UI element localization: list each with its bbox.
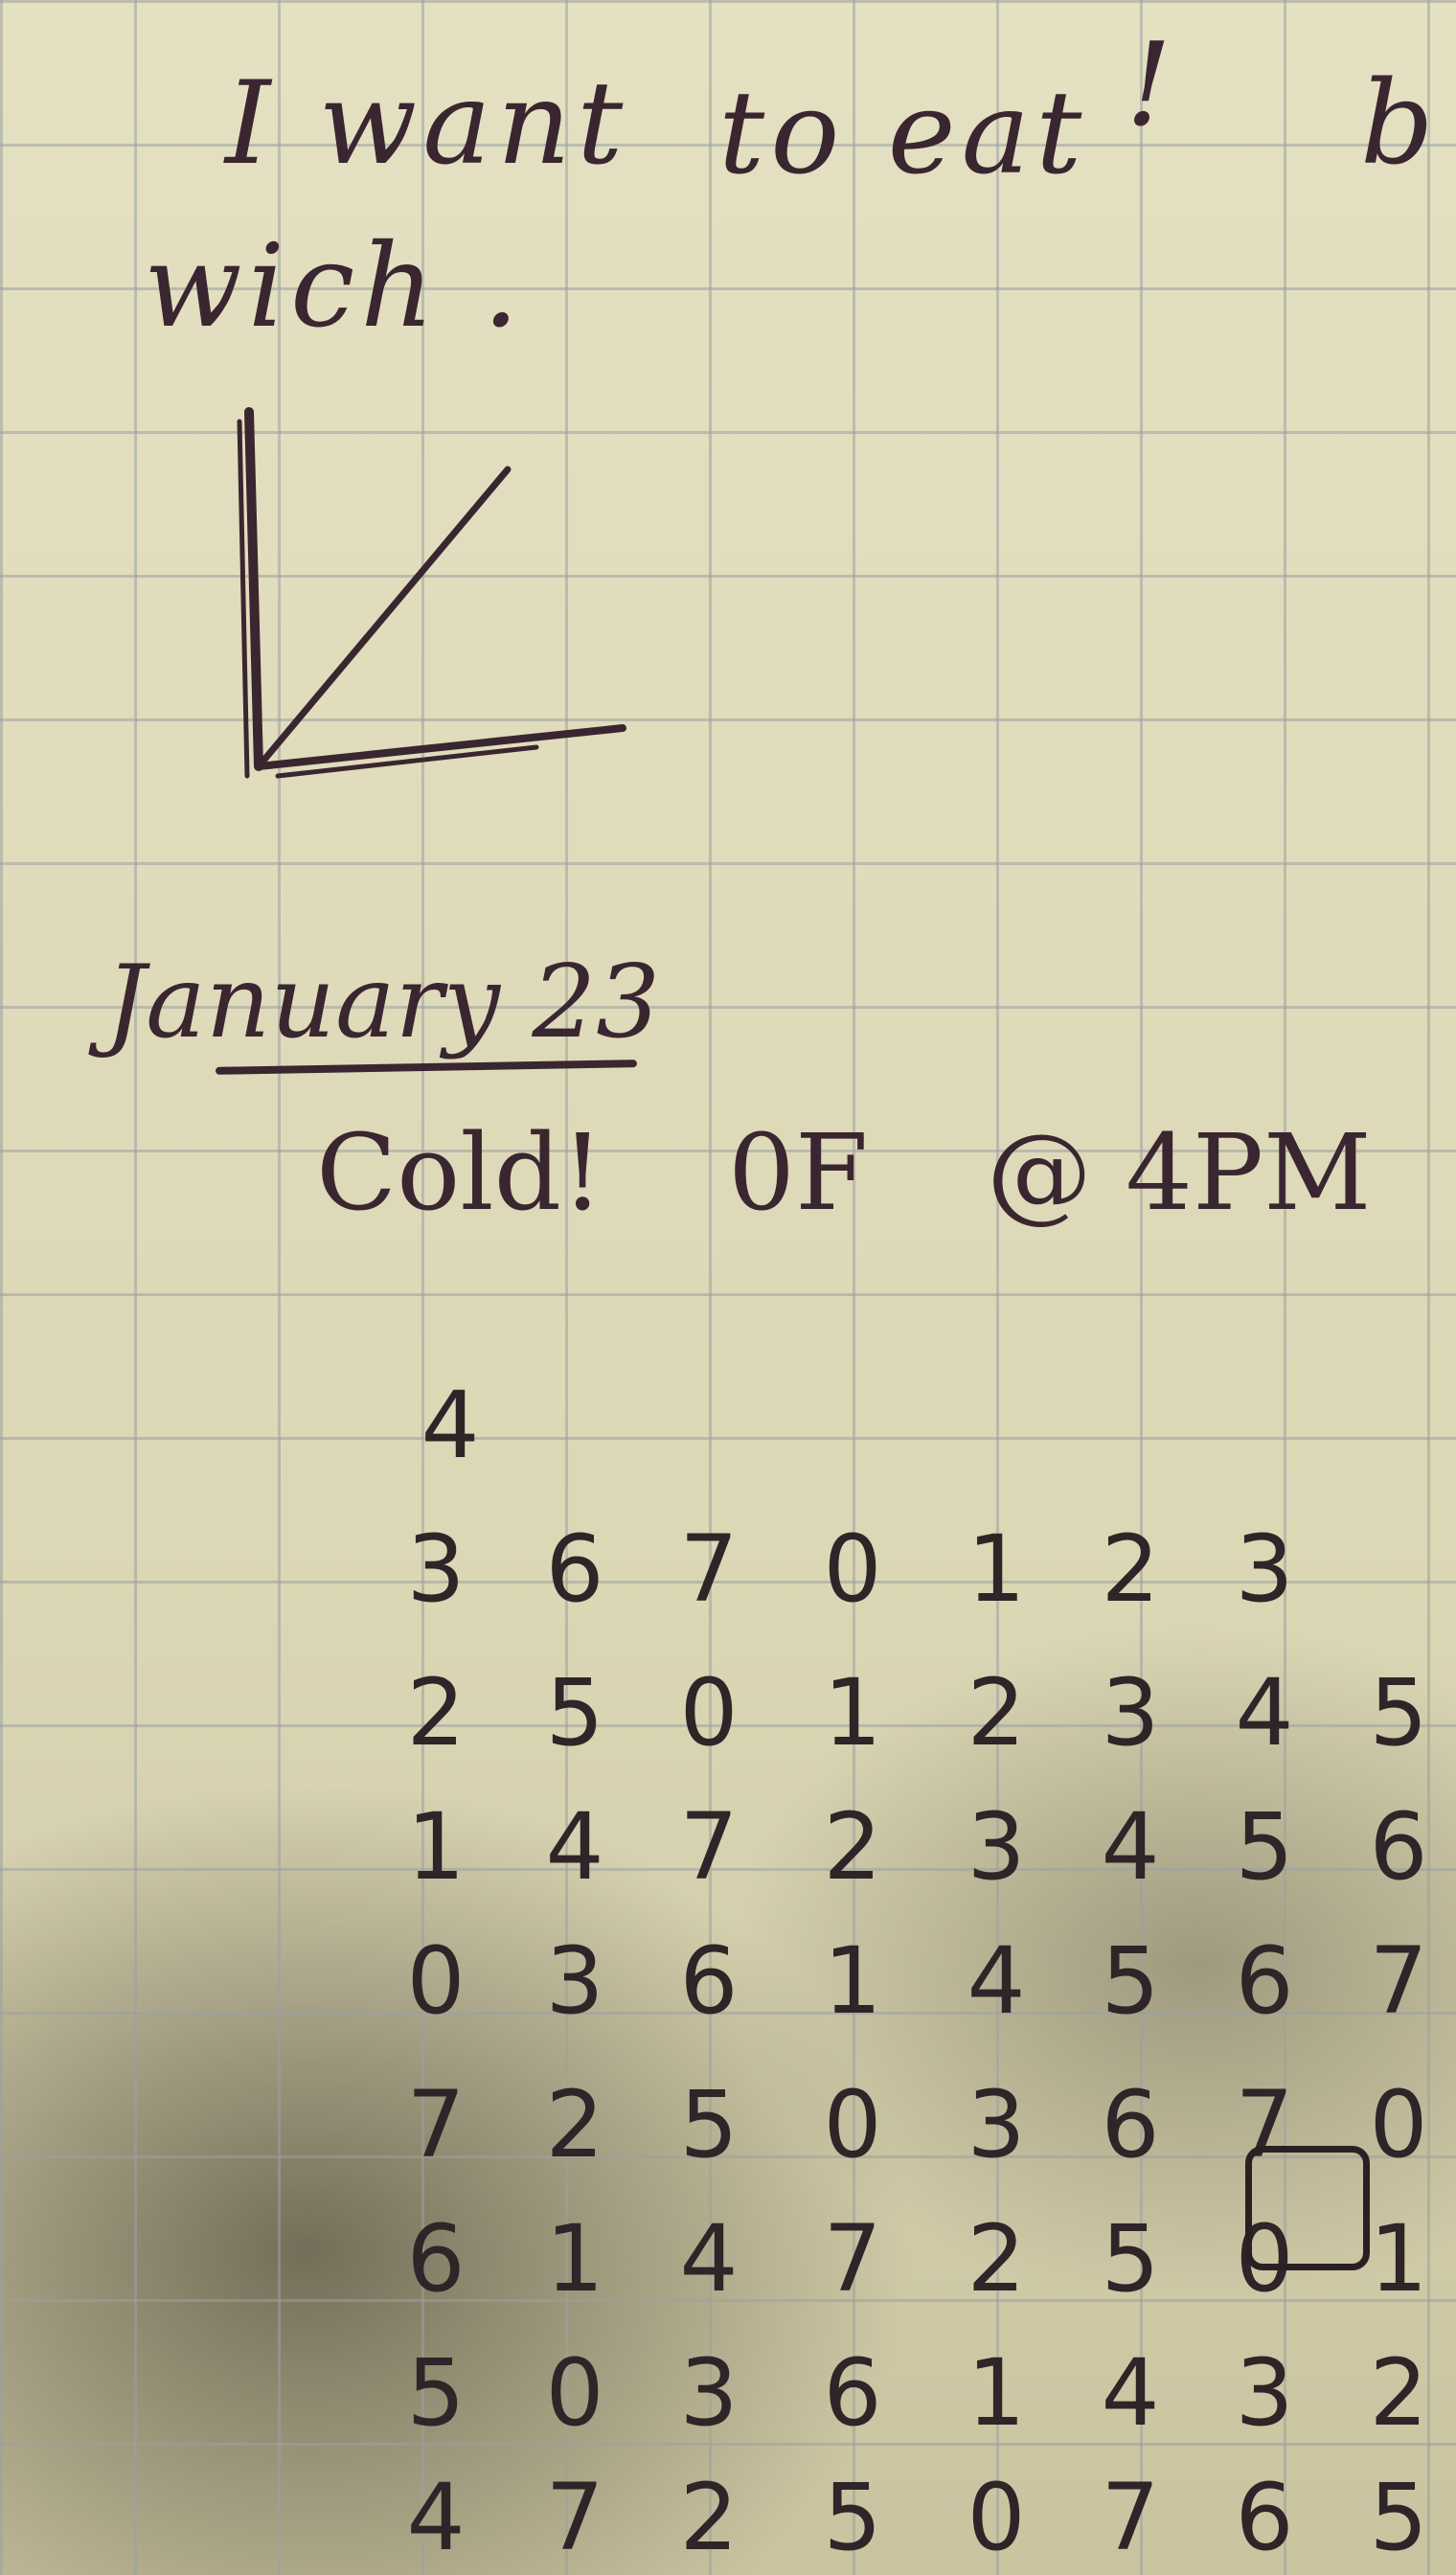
grid-digit: 6 <box>406 2205 466 2313</box>
grid-digit: 2 <box>967 1659 1026 1766</box>
grid-digit: 5 <box>1235 1793 1294 1901</box>
grid-digit: 5 <box>406 2339 466 2447</box>
grid-digit: 6 <box>1235 2464 1294 2571</box>
grid-digit: 7 <box>545 2464 604 2571</box>
grid-line-vertical <box>1140 0 1143 2575</box>
grid-digit: 3 <box>1101 1659 1160 1766</box>
axes-sketch <box>237 407 626 779</box>
grid-digit: 4 <box>1235 1659 1294 1766</box>
grid-digit: 0 <box>823 2071 882 2178</box>
grid-digit: 2 <box>545 2071 604 2178</box>
grid-line-vertical <box>0 0 3 2575</box>
grid-line-vertical <box>134 0 137 2575</box>
grid-digit: 6 <box>823 2339 882 2447</box>
grid-digit: 3 <box>679 2339 739 2447</box>
digit-grid-top: 4 <box>421 1372 480 1479</box>
grid-digit: 7 <box>679 1793 739 1901</box>
note-line1-word2: to eat <box>718 67 1088 200</box>
grid-digit: 7 <box>823 2205 882 2313</box>
entry-weather: Cold! <box>316 1111 604 1234</box>
grid-digit: 4 <box>1101 1793 1160 1901</box>
grid-digit: 4 <box>1101 2339 1160 2447</box>
grid-line-horizontal <box>0 718 1456 721</box>
grid-digit: 3 <box>1235 1515 1294 1623</box>
grid-digit: 5 <box>679 2071 739 2178</box>
grid-digit: 2 <box>679 2464 739 2571</box>
grid-digit: 0 <box>406 1927 466 2035</box>
grid-digit: 4 <box>967 1927 1026 2035</box>
note-line1-word4: b <box>1360 57 1440 191</box>
grid-digit: 3 <box>406 1515 466 1623</box>
boxed-digit-outline <box>1245 2146 1370 2270</box>
grid-digit: 3 <box>967 2071 1026 2178</box>
grid-digit: 1 <box>823 1659 882 1766</box>
grid-digit: 1 <box>406 1793 466 1901</box>
grid-digit: 7 <box>406 2071 466 2178</box>
grid-line-horizontal <box>0 1293 1456 1296</box>
grid-digit: 0 <box>545 2339 604 2447</box>
grid-digit: 5 <box>1101 2205 1160 2313</box>
grid-digit: 7 <box>1369 1927 1428 2035</box>
grid-digit: 2 <box>967 2205 1026 2313</box>
grid-line-vertical <box>709 0 712 2575</box>
grid-digit: 6 <box>545 1515 604 1623</box>
grid-digit: 0 <box>823 1515 882 1623</box>
grid-digit: 0 <box>679 1659 739 1766</box>
grid-line-horizontal <box>0 0 1456 3</box>
grid-line-vertical <box>996 0 999 2575</box>
grid-line-vertical <box>1427 0 1430 2575</box>
grid-digit: 6 <box>1369 1793 1428 1901</box>
grid-digit: 7 <box>679 1515 739 1623</box>
grid-line-horizontal <box>0 862 1456 865</box>
grid-digit: 3 <box>1235 2339 1294 2447</box>
grid-digit: 2 <box>406 1659 466 1766</box>
note-line1-word1: I want <box>225 57 629 191</box>
grid-digit: 1 <box>967 1515 1026 1623</box>
grid-digit: 4 <box>545 1793 604 1901</box>
grid-digit: 6 <box>1101 2071 1160 2178</box>
entry-time: @ 4PM <box>987 1111 1372 1234</box>
grid-digit: 6 <box>679 1927 739 2035</box>
grid-digit: 1 <box>545 2205 604 2313</box>
grid-line-horizontal <box>0 1437 1456 1440</box>
grid-digit: 0 <box>967 2464 1026 2571</box>
grid-digit: 2 <box>1369 2339 1428 2447</box>
grid-digit: 4 <box>679 2205 739 2313</box>
grid-digit: 5 <box>823 2464 882 2571</box>
grid-digit: 7 <box>1101 2464 1160 2571</box>
grid-digit: 5 <box>545 1659 604 1766</box>
grid-digit: 5 <box>1101 1927 1160 2035</box>
grid-digit: 2 <box>1101 1515 1160 1623</box>
entry-temperature: 0F <box>728 1111 869 1234</box>
note-line2: wich . <box>144 220 525 353</box>
grid-line-horizontal <box>0 431 1456 434</box>
grid-line-vertical <box>853 0 855 2575</box>
notebook-page: I want to eat ! b wich . January 23 Cold… <box>0 0 1456 2575</box>
entry-date: January 23 <box>105 944 661 1060</box>
grid-digit: 3 <box>545 1927 604 2035</box>
grid-digit: 6 <box>1235 1927 1294 2035</box>
grid-digit: 2 <box>823 1793 882 1901</box>
grid-line-horizontal <box>0 575 1456 578</box>
grid-digit: 1 <box>823 1927 882 2035</box>
note-line1-word3: ! <box>1126 19 1178 152</box>
grid-digit: 1 <box>967 2339 1026 2447</box>
grid-digit: 5 <box>1369 1659 1428 1766</box>
grid-digit: 5 <box>1369 2464 1428 2571</box>
grid-digit: 4 <box>406 2464 466 2571</box>
grid-digit: 3 <box>967 1793 1026 1901</box>
